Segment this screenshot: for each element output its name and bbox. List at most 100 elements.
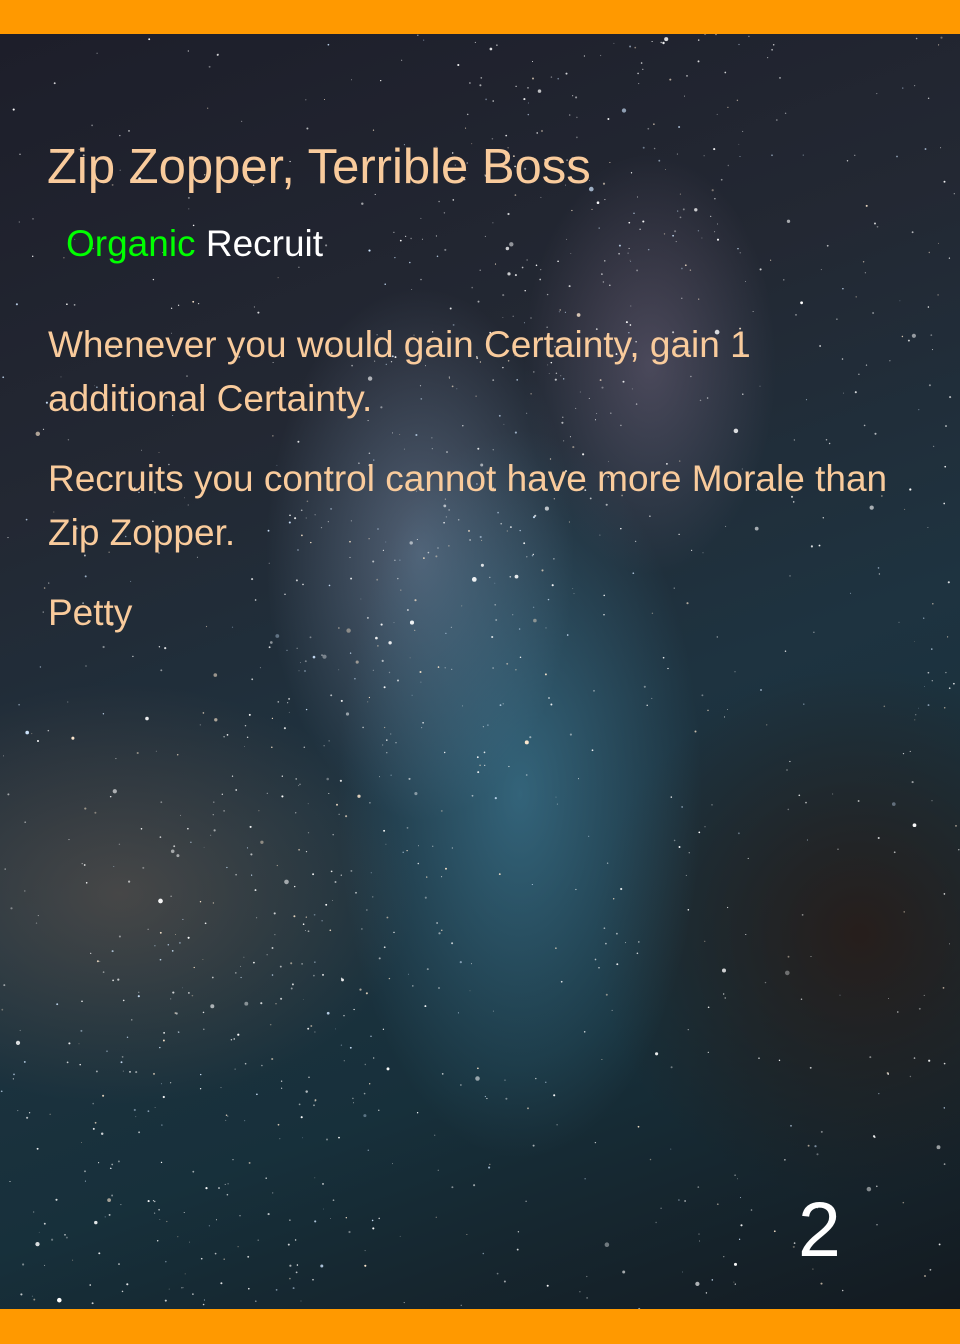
star — [84, 1170, 86, 1173]
star — [697, 39, 700, 41]
star — [846, 160, 849, 162]
star — [298, 848, 301, 851]
star — [187, 50, 189, 52]
star — [208, 1225, 211, 1227]
star — [440, 809, 443, 812]
star — [548, 697, 550, 699]
star — [322, 973, 324, 976]
star — [24, 890, 26, 892]
star — [369, 801, 371, 804]
star — [108, 1213, 111, 1216]
star — [643, 685, 646, 688]
star — [786, 769, 788, 771]
star — [332, 833, 334, 836]
star — [583, 55, 585, 57]
star — [911, 231, 914, 234]
star — [215, 1219, 218, 1221]
star — [47, 729, 50, 732]
star — [674, 230, 677, 233]
star — [183, 1212, 185, 1213]
star — [326, 1011, 330, 1015]
star — [943, 706, 946, 709]
star — [889, 360, 891, 362]
star — [739, 156, 741, 157]
star — [193, 966, 195, 969]
star — [284, 879, 289, 885]
star — [598, 967, 600, 969]
star — [726, 906, 729, 909]
star — [295, 778, 298, 780]
star — [225, 1114, 228, 1116]
star — [423, 39, 425, 41]
star — [944, 465, 947, 468]
star — [607, 118, 610, 120]
star — [647, 248, 650, 251]
star — [148, 38, 151, 41]
star — [540, 129, 544, 133]
star — [283, 727, 286, 730]
star — [191, 994, 194, 997]
star — [305, 99, 307, 101]
star — [947, 636, 949, 638]
star — [92, 1102, 94, 1105]
star — [736, 99, 739, 102]
star — [584, 1178, 586, 1180]
star — [234, 1068, 236, 1070]
star — [301, 963, 303, 965]
star — [314, 961, 316, 963]
star — [305, 1090, 308, 1093]
star — [331, 870, 333, 873]
star — [540, 268, 542, 271]
star — [642, 68, 644, 71]
star — [734, 1283, 736, 1285]
star — [390, 774, 392, 776]
star — [295, 1271, 298, 1274]
star — [665, 169, 666, 171]
star — [383, 726, 386, 729]
star — [314, 1220, 317, 1223]
star — [113, 866, 115, 867]
star — [68, 839, 70, 841]
star — [36, 1147, 39, 1150]
star — [945, 671, 947, 674]
star — [801, 914, 804, 916]
star — [273, 912, 276, 915]
star — [31, 733, 33, 735]
star — [938, 1243, 941, 1246]
star — [740, 1224, 743, 1227]
star — [170, 998, 172, 1000]
star — [855, 296, 857, 298]
star — [131, 1019, 133, 1021]
star — [271, 717, 274, 720]
star — [604, 1242, 610, 1247]
star — [192, 1293, 194, 1295]
star — [911, 333, 916, 338]
star — [355, 891, 357, 894]
star — [218, 1187, 220, 1189]
star — [437, 986, 441, 990]
star — [84, 1180, 86, 1182]
star — [575, 888, 577, 891]
star — [896, 155, 898, 158]
star — [426, 968, 429, 971]
star — [516, 1248, 519, 1251]
star — [616, 963, 619, 966]
star — [711, 189, 714, 192]
star — [383, 686, 386, 689]
star — [338, 813, 340, 815]
star — [91, 124, 93, 127]
star — [176, 854, 180, 858]
star — [95, 1070, 98, 1073]
star — [688, 852, 690, 854]
star — [784, 112, 787, 115]
star — [92, 1127, 95, 1130]
star — [927, 671, 930, 674]
star — [326, 777, 329, 781]
star — [899, 300, 901, 302]
star — [492, 667, 494, 669]
star — [154, 945, 156, 947]
star — [723, 716, 726, 718]
star — [272, 1192, 274, 1194]
star — [677, 1199, 680, 1201]
star — [667, 667, 669, 670]
